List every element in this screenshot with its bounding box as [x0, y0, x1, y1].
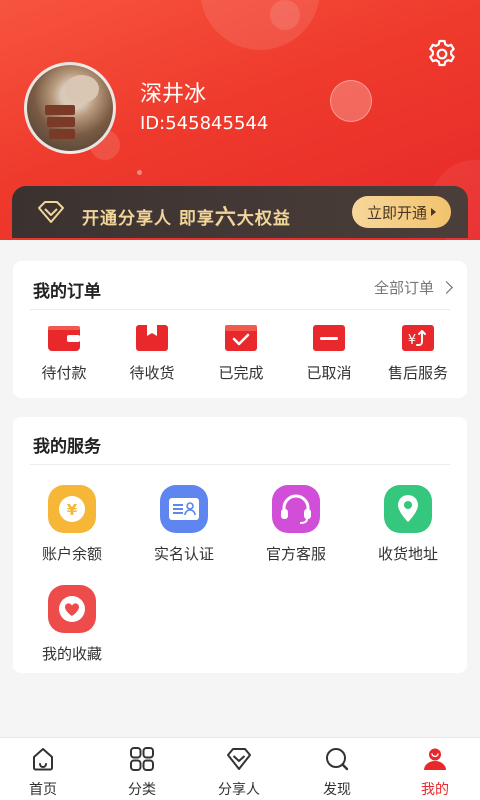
- service-real-name-verification[interactable]: 实名认证: [128, 485, 240, 564]
- vip-text-prefix: 开通分享人 即享: [82, 209, 215, 229]
- profile-header: 深井冰 ID:545845544 开通分享人 即享六大权益 立即开通: [0, 0, 480, 240]
- user-icon: [424, 748, 446, 770]
- avatar-detail: [47, 117, 75, 127]
- svg-text:¥: ¥: [67, 501, 78, 519]
- chevron-right-icon: [440, 281, 453, 294]
- check-box-icon: [225, 325, 257, 351]
- order-item-label: 待收货: [129, 364, 175, 382]
- tab-label: 首页: [29, 782, 57, 798]
- decor-bubble: [200, 0, 320, 50]
- refund-icon: ¥: [402, 325, 434, 351]
- tab-sharer[interactable]: 分享人: [191, 746, 287, 799]
- tab-label: 分类: [128, 782, 156, 798]
- services-title: 我的服务: [33, 437, 101, 457]
- orders-card: 我的订单 全部订单 待付款 待收货 已完成 已取消 ¥ 售后服务: [13, 261, 467, 398]
- decor-bubble: [330, 80, 372, 122]
- order-item-cancelled[interactable]: 已取消: [284, 323, 374, 383]
- order-item-label: 待付款: [41, 364, 87, 382]
- play-arrow-icon: [431, 208, 436, 216]
- tab-label: 我的: [421, 782, 449, 798]
- tab-discover[interactable]: 发现: [289, 746, 385, 799]
- yen-coin-icon: ¥: [48, 485, 96, 533]
- user-name: 深井冰: [140, 82, 207, 107]
- decor-bubble: [270, 0, 300, 30]
- avatar-detail: [45, 105, 75, 115]
- service-account-balance[interactable]: ¥ 账户余额: [16, 485, 128, 564]
- grid-icon: [130, 747, 154, 771]
- avatar-detail: [49, 129, 75, 139]
- vip-banner[interactable]: 开通分享人 即享六大权益 立即开通: [12, 186, 468, 238]
- service-delivery-address[interactable]: 收货地址: [352, 485, 464, 564]
- orders-title: 我的订单: [33, 282, 101, 302]
- user-id: ID:545845544: [140, 113, 269, 134]
- diamond-icon: [38, 201, 64, 223]
- package-icon: [136, 325, 168, 351]
- service-label: 收货地址: [377, 545, 438, 563]
- services-card: 我的服务 ¥ 账户余额 实名认证 官方客服 收货地址 我的收藏: [13, 417, 467, 673]
- all-orders-label: 全部订单: [373, 279, 434, 297]
- settings-gear-icon[interactable]: [426, 38, 458, 70]
- vip-text-highlight: 六: [214, 205, 237, 229]
- divider: [30, 309, 450, 310]
- service-official-support[interactable]: 官方客服: [240, 485, 352, 564]
- bottom-tab-bar: 首页 分类 分享人 发现 我的: [0, 737, 480, 800]
- tab-mine[interactable]: 我的: [387, 746, 480, 799]
- id-card-icon: [160, 485, 208, 533]
- order-item-label: 售后服务: [387, 364, 448, 382]
- service-label: 官方客服: [265, 545, 326, 563]
- tab-label: 发现: [323, 782, 351, 798]
- avatar[interactable]: [24, 62, 116, 154]
- diamond-icon: [227, 748, 251, 770]
- order-item-completed[interactable]: 已完成: [196, 323, 286, 383]
- service-label: 账户余额: [41, 545, 102, 563]
- all-orders-link[interactable]: 全部订单: [373, 277, 453, 298]
- wallet-icon: [48, 326, 80, 351]
- open-vip-button-label: 立即开通: [366, 203, 427, 222]
- avatar-detail: [65, 75, 99, 103]
- vip-text-suffix: 大权益: [236, 209, 291, 229]
- heart-icon: [48, 585, 96, 633]
- svg-text:¥: ¥: [408, 333, 416, 348]
- order-item-label: 已取消: [306, 364, 352, 382]
- tab-category[interactable]: 分类: [94, 746, 190, 799]
- home-icon: [33, 748, 53, 771]
- tab-home[interactable]: 首页: [0, 746, 91, 799]
- headset-icon: [272, 485, 320, 533]
- order-item-after-sales[interactable]: ¥ 售后服务: [373, 323, 463, 383]
- service-label: 实名认证: [153, 545, 214, 563]
- vip-promo-text: 开通分享人 即享六大权益: [82, 201, 291, 231]
- order-item-pending-payment[interactable]: 待付款: [19, 323, 109, 383]
- divider: [30, 464, 450, 465]
- tab-label: 分享人: [218, 782, 260, 798]
- location-pin-icon: [384, 485, 432, 533]
- order-item-awaiting-receipt[interactable]: 待收货: [107, 323, 197, 383]
- discover-icon: [326, 748, 349, 771]
- service-my-favorites[interactable]: 我的收藏: [16, 585, 128, 664]
- minus-box-icon: [313, 325, 345, 351]
- order-item-label: 已完成: [218, 364, 264, 382]
- decor-dot: [137, 170, 142, 175]
- open-vip-button[interactable]: 立即开通: [352, 196, 451, 228]
- service-label: 我的收藏: [41, 645, 102, 663]
